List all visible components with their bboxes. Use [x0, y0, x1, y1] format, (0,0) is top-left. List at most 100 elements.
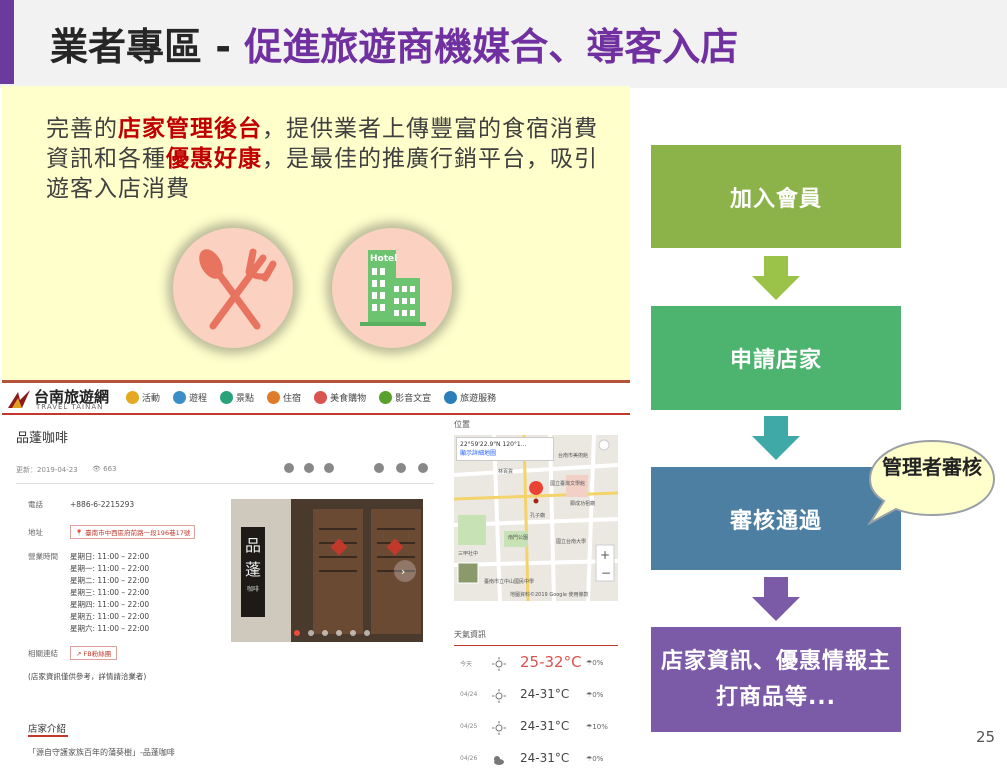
divider: [16, 483, 434, 484]
flow-step-store-info: 店家資訊、優惠情報主打商品等...: [651, 627, 901, 732]
activities-icon: [126, 391, 139, 404]
hours-line: 星期一: 11:00 – 22:00: [70, 564, 150, 573]
arrow-down-icon: [752, 577, 800, 621]
map-copyright: 地圖資料©2019 Google 使用條款: [510, 592, 589, 598]
sunny-icon: [492, 721, 506, 735]
shop-intro-underline: [28, 735, 68, 737]
intro-highlight-1: 店家管理後台: [118, 116, 262, 142]
disclaimer: (店家資訊僅供參考，詳情請洽業者): [28, 672, 147, 681]
weather-row: 04/24 24-31°C ☂0%: [460, 687, 604, 703]
hours-line: 星期四: 11:00 – 22:00: [70, 600, 150, 609]
nav-item-food-shopping[interactable]: 美食購物: [314, 391, 366, 404]
map-info-card: 22°59'22.9"N 120°1... 顯示詳細地圖: [456, 437, 554, 461]
svg-text:Hotel: Hotel: [370, 254, 397, 264]
rain-chance: ☂10%: [586, 723, 608, 731]
cloudy-icon: [494, 756, 504, 765]
hours-line: 星期六: 11:00 – 22:00: [70, 624, 150, 633]
share-icons: [284, 463, 334, 473]
rain-chance: ☂0%: [586, 691, 604, 699]
intro-panel: 完善的店家管理後台，提供業者上傳豐富的食宿消費資訊和各種優惠好康，是最佳的推廣行…: [2, 86, 630, 380]
map-place-label: 國立台南大學: [556, 538, 586, 545]
nav-item-services[interactable]: 旅遊服務: [444, 391, 496, 404]
nav-item-attractions[interactable]: 景點: [220, 391, 254, 404]
weather-row: 04/26 24-31°C ☂0%: [460, 751, 604, 765]
map-place-label: 三甲社中: [458, 550, 478, 557]
logo-mark-icon: [8, 390, 30, 408]
arrow-down-icon: [752, 416, 800, 460]
hours-line: 星期三: 11:00 – 22:00: [70, 588, 150, 597]
svg-text:›: ›: [401, 565, 405, 578]
title-subtitle: 促進旅遊商機媒合、導客入店: [244, 25, 739, 69]
tool-icons: [374, 463, 428, 473]
photo-sign-text: 品: [245, 536, 261, 555]
shop-photo-image: 品 蓬 咖啡 ›: [231, 499, 423, 642]
bubble-text: 管理者審核: [882, 455, 982, 479]
address-row: 地址 📍 臺南市中西區府前路一段196巷17號: [28, 525, 196, 539]
title-accent-bar: [0, 0, 14, 84]
site-navbar: 台南旅遊網 TRAVEL TAINAN 活動 遊程 景點 住宿 美食購物 影音文…: [2, 383, 630, 415]
hotel-circle: Hotel: [332, 228, 452, 348]
view-count: 👁 663: [92, 465, 117, 473]
services-icon: [444, 391, 458, 404]
nav-item-media[interactable]: 影音文宣: [379, 391, 431, 404]
hours-row: 營業時間: [28, 552, 58, 561]
svg-text:−: −: [601, 566, 611, 580]
food-circle: [173, 228, 293, 348]
photo-sign-text: 咖啡: [247, 585, 259, 593]
sunny-icon: [492, 657, 506, 671]
fork-knife-icon: [199, 248, 277, 330]
nav-item-activities[interactable]: 活動: [126, 391, 160, 404]
map-place-label: 孔子廟: [530, 512, 545, 519]
attractions-icon: [220, 391, 234, 404]
map-place-label: 國立臺灣文學館: [550, 480, 585, 487]
flow-step-apply-store: 申請店家: [651, 306, 901, 410]
lodging-icon: [267, 391, 281, 404]
location-map[interactable]: + − 林百貨 國立臺灣文學館 台南市美術館 南門公園 國立台南大學 三甲社中 …: [454, 435, 618, 601]
favorite-heart-icon[interactable]: [418, 463, 428, 473]
phone-number[interactable]: +886-6-2215293: [70, 500, 134, 509]
speech-bubble: [867, 439, 996, 526]
rain-chance: ☂0%: [586, 659, 604, 667]
fb-link[interactable]: ↗ FB粉絲團: [70, 646, 118, 660]
arrow-down-icon: [752, 256, 800, 300]
title-main: 業者專區: [50, 25, 203, 69]
intro-text: 完善的店家管理後台，提供業者上傳豐富的食宿消費資訊和各種優惠好康，是最佳的推廣行…: [46, 114, 606, 204]
location-heading: 位置: [454, 420, 470, 429]
share-icon[interactable]: [396, 463, 406, 473]
line-icon[interactable]: [324, 463, 334, 473]
weather-underline: [454, 645, 618, 646]
media-icon: [379, 391, 393, 404]
hotel-icon: Hotel: [360, 250, 426, 326]
map-place-label: 林百貨: [498, 468, 513, 475]
rain-chance: ☂0%: [586, 755, 604, 763]
hours-line: 星期二: 11:00 – 22:00: [70, 576, 150, 585]
nav-item-tours[interactable]: 遊程: [173, 391, 207, 404]
address-link[interactable]: 📍 臺南市中西區府前路一段196巷17號: [70, 525, 196, 539]
print-icon[interactable]: [374, 463, 384, 473]
sunny-icon: [492, 689, 506, 703]
weather-heading: 天氣資訊: [454, 630, 486, 639]
flow-step-approved: 審核通過: [651, 467, 901, 570]
links-row: 相關連結 ↗ FB粉絲團: [28, 646, 118, 660]
weather-row: 今天 25-32°C ☂0%: [460, 653, 604, 671]
map-place-label: 臺南市立中山國民中學: [484, 578, 534, 585]
food-shopping-icon: [314, 391, 328, 404]
facebook-icon[interactable]: [284, 463, 294, 473]
shop-name: 品蓬咖啡: [16, 431, 69, 446]
page-number: 25: [976, 728, 996, 746]
map-view-link[interactable]: 顯示詳細地圖: [460, 450, 496, 457]
hours-line: 星期日: 11:00 – 22:00: [70, 552, 150, 561]
shop-intro-quote: 「源自守護家族百年的蒲葵樹」-品蓬咖啡: [28, 748, 175, 757]
website-screenshot: 台南旅遊網 TRAVEL TAINAN 活動 遊程 景點 住宿 美食購物 影音文…: [2, 380, 630, 768]
nav-item-lodging[interactable]: 住宿: [267, 391, 301, 404]
site-logo[interactable]: 台南旅遊網 TRAVEL TAINAN: [6, 386, 116, 412]
shop-photo[interactable]: 品 蓬 咖啡 ›: [231, 499, 423, 642]
svg-text:+: +: [600, 548, 610, 562]
slide-title: 業者專區 - 促進旅遊商機媒合、導客入店: [50, 16, 738, 71]
tours-icon: [173, 391, 187, 404]
hours-line: 星期五: 11:00 – 22:00: [70, 612, 150, 621]
weather-row: 04/25 24-31°C ☂10%: [460, 719, 608, 735]
flow-step-join-member: 加入會員: [651, 145, 901, 248]
twitter-icon[interactable]: [304, 463, 314, 473]
updated-date: 更新：2019-04-23: [16, 466, 78, 474]
